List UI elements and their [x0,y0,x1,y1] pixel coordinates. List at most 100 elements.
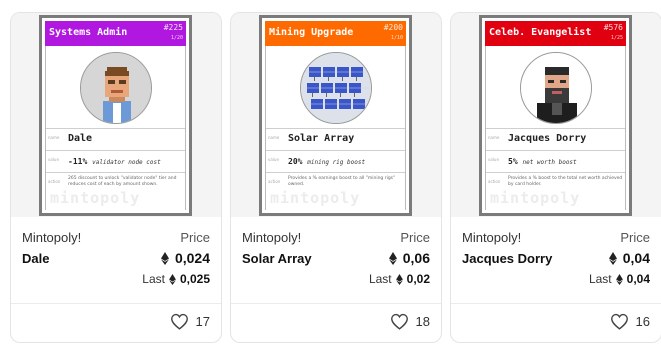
nft-card-name: Solar Array [288,133,355,144]
current-price: 0,04 [608,250,650,266]
like-button[interactable]: 18 [390,313,430,330]
nft-name-row: name Jacques Dorry [486,128,625,150]
last-price: Last 0,02 [369,272,430,286]
collection-name[interactable]: Mintopoly! [22,230,81,245]
nft-header: Celeb. Evangelist #576 1/25 [485,21,626,46]
price-value: 0,06 [402,250,430,266]
last-label: Last [368,272,392,286]
card-divider [231,303,441,304]
nft-name-label: name [48,135,60,140]
nft-name-row: name Solar Array [266,128,405,150]
nft-card[interactable]: Mining Upgrade #200 1/10 name Solar Arra… [230,12,442,343]
nft-card-name: Dale [68,133,93,144]
nft-body: name Solar Array value 20% mining rig bo… [265,46,406,210]
nft-card-number: #200 [383,23,403,32]
nft-action-label: action [48,179,61,184]
nft-name-label: name [268,135,280,140]
nft-boost-label: value [268,157,279,162]
nft-card-name: Jacques Dorry [508,133,587,144]
nft-artwork: Celeb. Evangelist #576 1/25 name Jacques… [479,15,632,216]
nft-boost-text: validator node cost [92,159,161,166]
nft-boost-row: value -11% validator node cost [46,150,185,172]
nft-body: name Dale value -11% validator node cost… [45,46,186,210]
nft-action-text: Provides a % earnings boost to all "mini… [288,176,396,187]
nft-boost-text: net worth boost [522,159,577,166]
nft-card-title: Celeb. Evangelist [489,27,592,38]
like-count: 16 [635,314,650,329]
last-price: Last 0,025 [142,272,210,286]
current-price: 0,06 [388,250,430,266]
nft-name[interactable]: Solar Array [242,251,312,266]
price-label: Price [180,230,210,245]
nft-name-label: name [488,135,500,140]
eth-icon [169,273,176,285]
card-divider [451,303,661,304]
nft-boost: 20% mining rig boost [288,157,365,166]
nft-boost-value: 20% [288,157,303,166]
like-count: 18 [415,314,430,329]
current-price: 0,024 [160,250,210,266]
nft-header: Systems Admin #225 1/20 [45,21,186,46]
nft-edition: 1/25 [610,35,623,41]
eth-icon [395,273,403,285]
nft-artwork: Mining Upgrade #200 1/10 name Solar Arra… [259,15,412,216]
nft-boost-value: 5% [508,157,518,166]
eth-icon [615,273,623,285]
nft-watermark: mintopoly [270,189,361,207]
last-price-value: 0,04 [626,272,650,286]
heart-icon [610,313,628,330]
bearded-man-avatar [520,52,592,124]
nft-boost-text: mining rig boost [307,159,366,166]
last-label: Last [142,272,165,286]
nft-action-text: 265 discount to unlock "validator node" … [68,176,177,187]
nft-grid: Systems Admin #225 1/20 name Dale value … [0,0,661,348]
price-value: 0,024 [174,250,210,266]
card-image-area[interactable]: Celeb. Evangelist #576 1/25 name Jacques… [451,13,661,217]
nft-action-label: action [268,179,281,184]
last-price-value: 0,02 [406,272,430,286]
heart-icon [170,313,188,330]
nft-boost-row: value 5% net worth boost [486,150,625,172]
nft-boost-row: value 20% mining rig boost [266,150,405,172]
eth-icon [388,251,397,265]
nft-name[interactable]: Dale [22,251,49,266]
card-image-area[interactable]: Systems Admin #225 1/20 name Dale value … [11,13,221,217]
nft-boost-value: -11% [68,157,88,166]
price-value: 0,04 [622,250,650,266]
nft-card-number: #576 [603,23,623,32]
last-price: Last 0,04 [589,272,650,286]
solar-panels-image [300,52,372,124]
price-label: Price [620,230,650,245]
nft-body: name Jacques Dorry value 5% net worth bo… [485,46,626,210]
nft-name[interactable]: Jacques Dorry [462,251,552,266]
heart-icon [390,313,408,330]
like-button[interactable]: 16 [610,313,650,330]
nft-boost-label: value [48,157,59,162]
last-label: Last [588,272,612,286]
nft-card[interactable]: Systems Admin #225 1/20 name Dale value … [10,12,222,343]
nft-boost: 5% net worth boost [508,157,577,166]
last-price-value: 0,025 [179,272,210,286]
nft-action-text: Provides a % boost to the total net wort… [508,176,623,187]
card-image-area[interactable]: Mining Upgrade #200 1/10 name Solar Arra… [231,13,441,217]
like-button[interactable]: 17 [170,313,210,330]
nft-action-label: action [488,179,501,184]
nft-card-number: #225 [163,23,183,32]
collection-name[interactable]: Mintopoly! [242,230,301,245]
card-divider [11,303,221,304]
man-with-glasses-avatar [80,52,152,124]
nft-card-title: Mining Upgrade [269,27,354,38]
like-count: 17 [195,314,210,329]
nft-header: Mining Upgrade #200 1/10 [265,21,406,46]
collection-name[interactable]: Mintopoly! [462,230,521,245]
nft-boost: -11% validator node cost [68,157,161,166]
nft-artwork: Systems Admin #225 1/20 name Dale value … [39,15,192,216]
nft-edition: 1/10 [390,35,403,41]
nft-edition: 1/20 [170,35,183,41]
nft-card[interactable]: Celeb. Evangelist #576 1/25 name Jacques… [450,12,661,343]
eth-icon [160,251,169,265]
nft-boost-label: value [488,157,499,162]
nft-name-row: name Dale [46,128,185,150]
nft-watermark: mintopoly [50,189,141,207]
nft-card-title: Systems Admin [49,27,128,38]
